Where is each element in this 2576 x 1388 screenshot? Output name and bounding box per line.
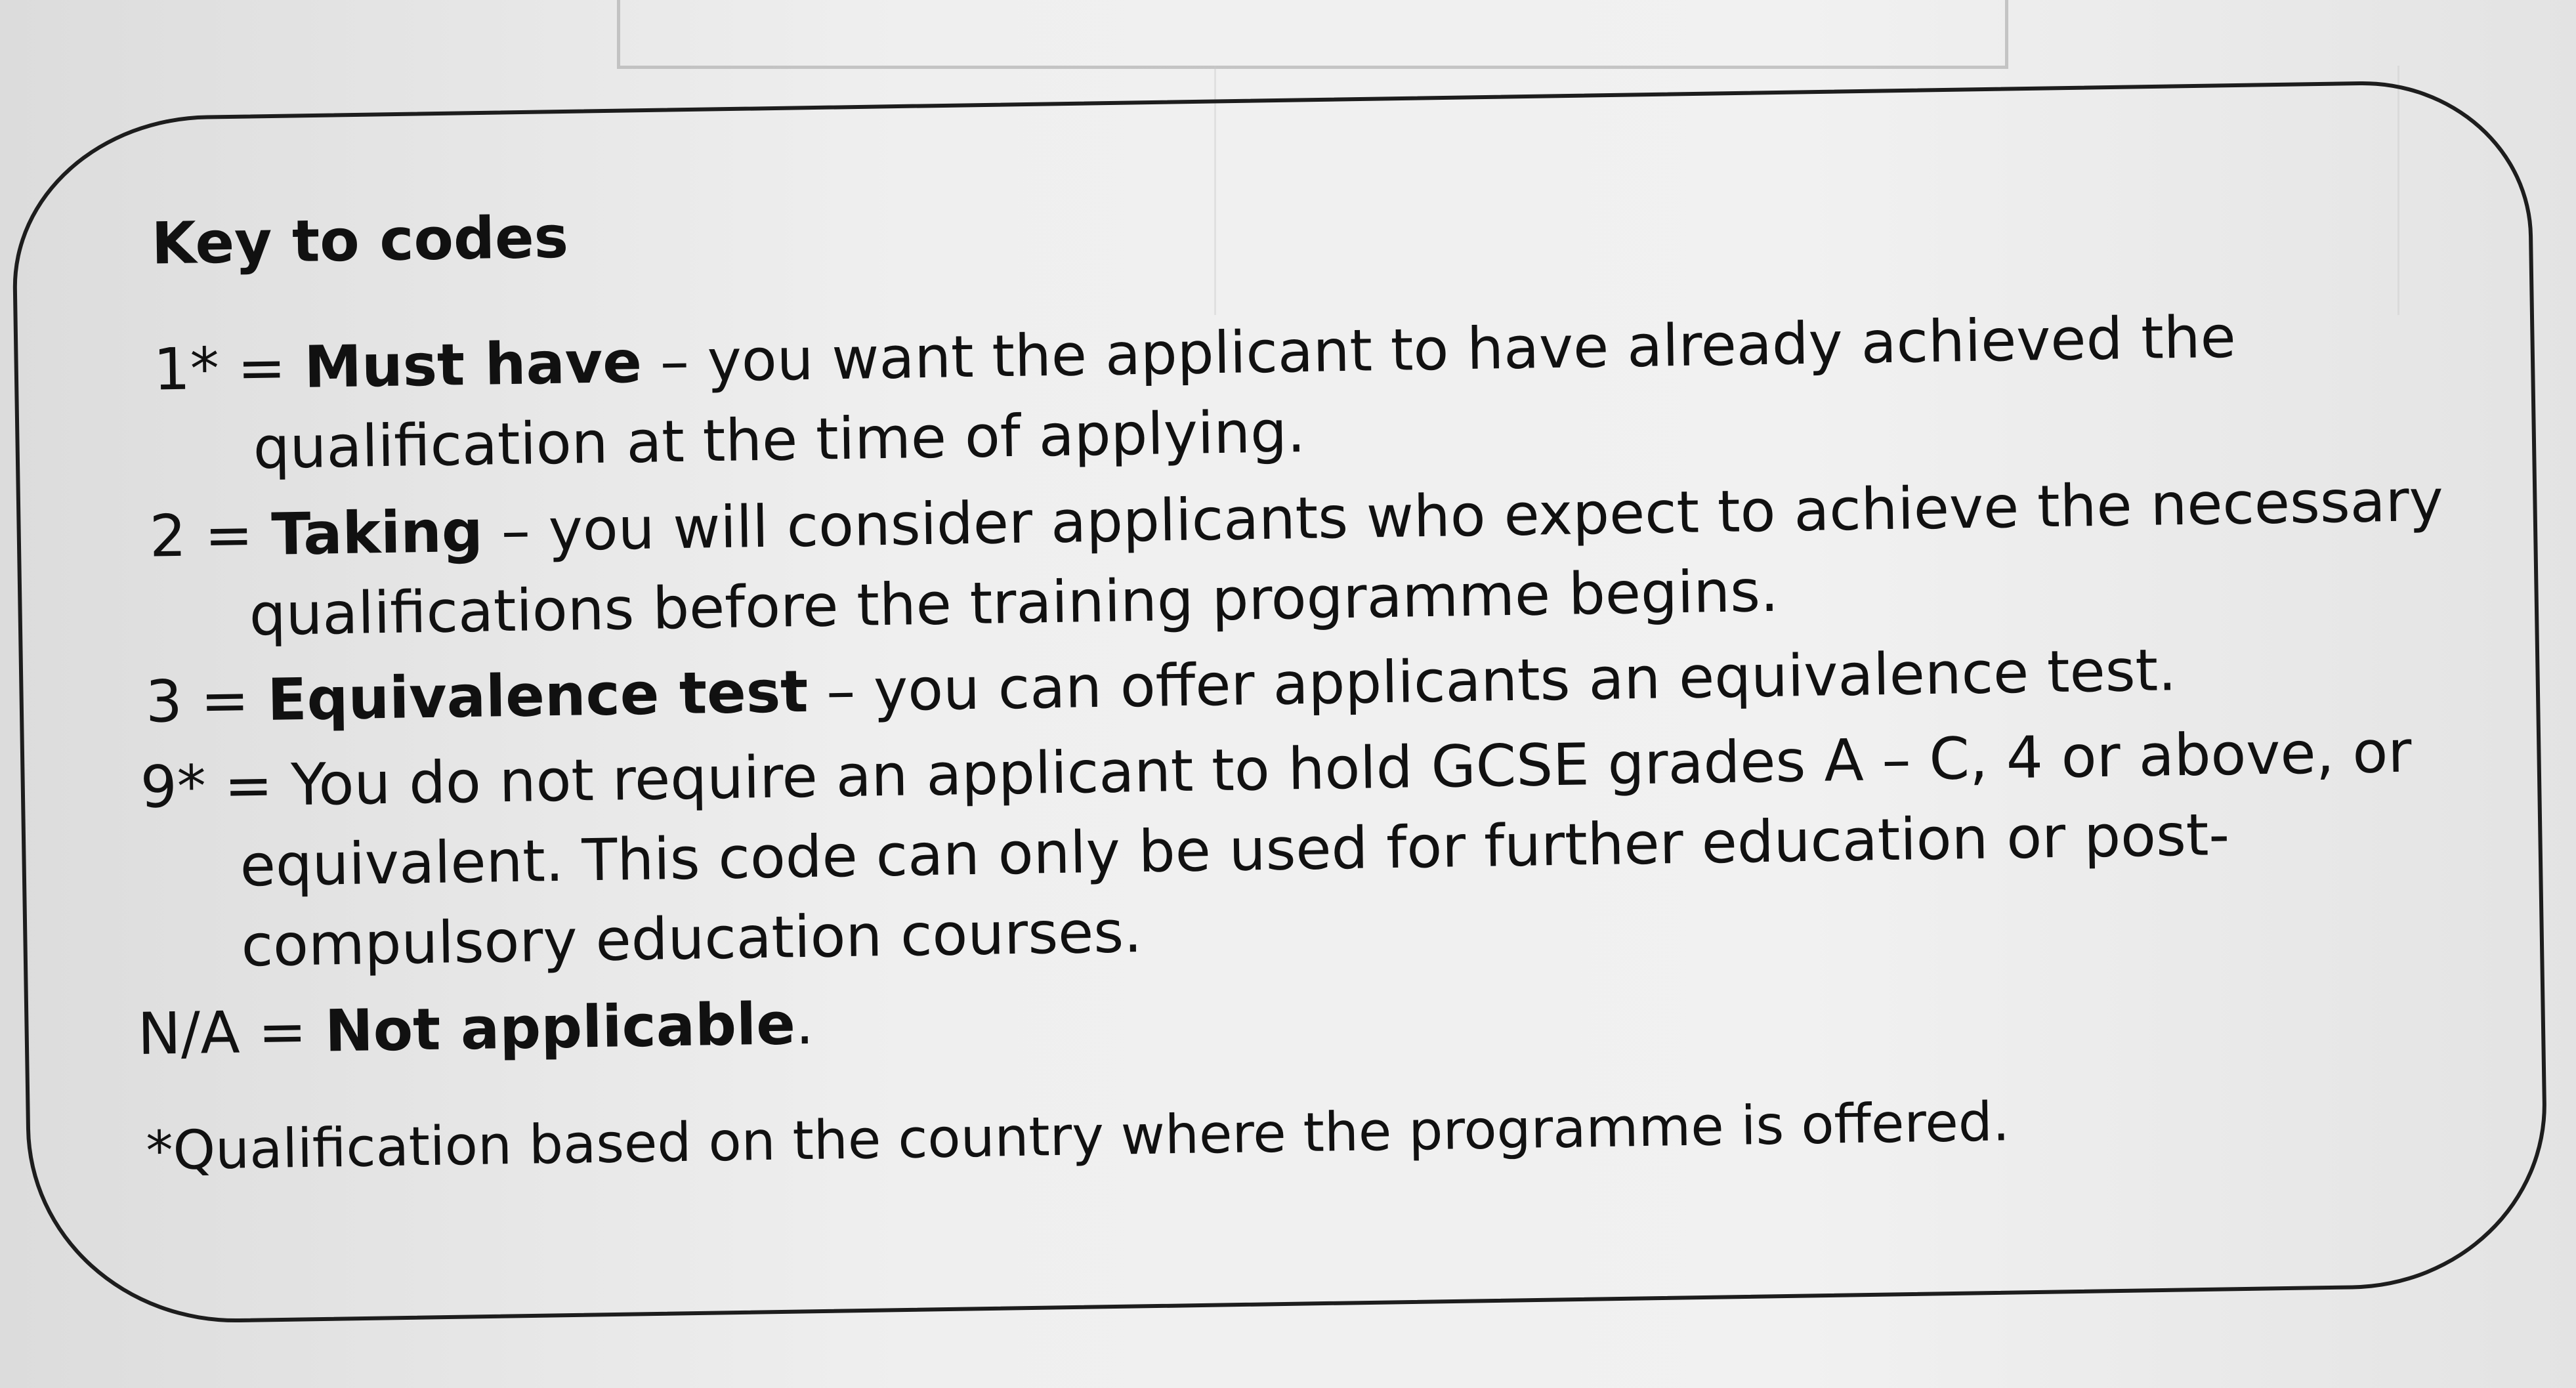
code-label: 9* = bbox=[140, 751, 292, 821]
code-label: N/A = bbox=[137, 997, 326, 1068]
code-term: Not applicable bbox=[324, 990, 796, 1065]
key-to-codes-content: Key to codes 1* = Must have – you want t… bbox=[131, 173, 2476, 1183]
document-page: Key to codes 1* = Must have – you want t… bbox=[0, 0, 2576, 1388]
code-label: 2 = bbox=[149, 500, 272, 570]
code-term: Must have bbox=[303, 327, 643, 401]
code-entry-1: 1* = Must have – you want the applicant … bbox=[153, 293, 2465, 490]
code-description: – you can offer applicants an equivalenc… bbox=[807, 636, 2177, 725]
code-term: Taking bbox=[270, 497, 484, 568]
code-entry-9: 9* = You do not require an applicant to … bbox=[140, 711, 2473, 988]
code-description: . bbox=[795, 989, 814, 1058]
code-entry-2: 2 = Taking – you will consider applicant… bbox=[149, 460, 2468, 656]
code-term: Equivalence test bbox=[266, 657, 809, 734]
code-label: 1* = bbox=[153, 333, 305, 404]
code-label: 3 = bbox=[144, 665, 268, 736]
background-table-edge bbox=[617, 0, 2008, 69]
